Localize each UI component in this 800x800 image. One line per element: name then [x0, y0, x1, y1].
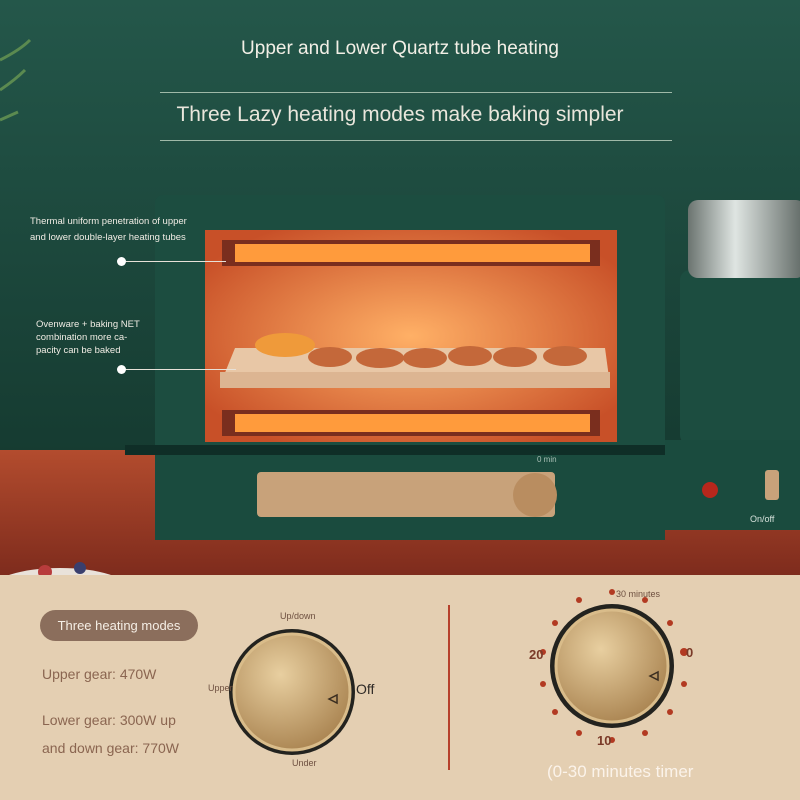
headline: Upper and Lower Quartz tube heating [241, 38, 559, 59]
lower-gear-spec: Lower gear: 300W up [42, 712, 176, 728]
door-handle [257, 472, 555, 517]
mode-upper-label: Upper [208, 683, 233, 693]
callout-dot [117, 365, 126, 374]
heating-modes-badge: Three heating modes [40, 610, 198, 641]
mode-off-label: Off [356, 681, 375, 697]
timer-zero-label: 0 min [537, 455, 557, 464]
subheadline: Three Lazy heating modes make baking sim… [176, 103, 624, 126]
callout-dot [117, 257, 126, 266]
timer-20-label: 20 [529, 647, 544, 662]
timer-knob [540, 589, 688, 743]
callout-line [126, 261, 226, 262]
mode-knob [229, 629, 355, 755]
panel-divider [448, 605, 450, 770]
callout-line [126, 369, 236, 370]
combined-gear-spec: and down gear: 770W [42, 740, 179, 756]
timer-caption: (0-30 minutes timer [547, 762, 694, 781]
divider-line-top [160, 92, 672, 93]
callout-heating-tubes: Thermal uniform penetration of upper and… [30, 216, 187, 243]
divider-line-bottom [160, 140, 672, 141]
upper-gear-spec: Upper gear: 470W [42, 666, 157, 682]
mode-under-label: Under [292, 758, 317, 768]
timer-10-label: 10 [597, 733, 612, 748]
callout-tray: Ovenware + baking NET combination more c… [36, 319, 140, 356]
power-switch-label: On/off [750, 514, 775, 524]
timer-30-label: 30 minutes [616, 589, 661, 599]
mode-updown-label: Up/down [280, 611, 316, 621]
timer-0-label: 0 [686, 645, 694, 660]
